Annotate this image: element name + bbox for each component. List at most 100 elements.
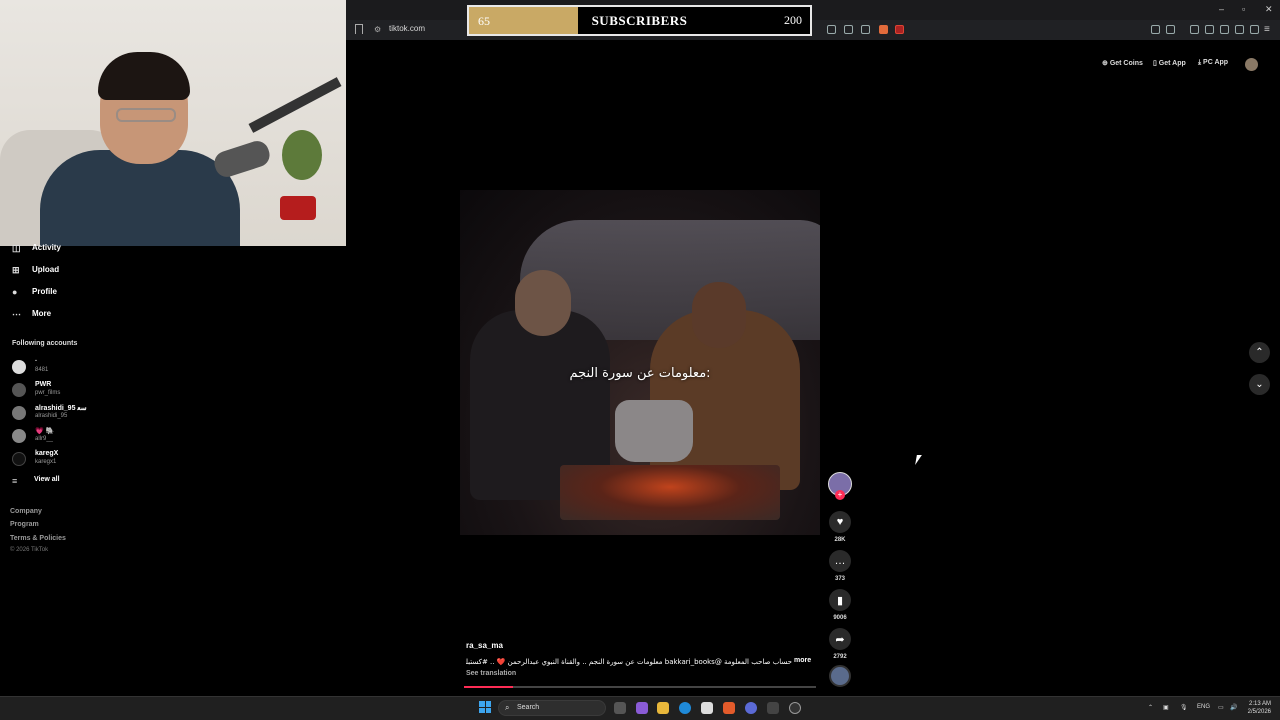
following-account[interactable]: PWR pwr_films: [12, 381, 122, 401]
extension-icon[interactable]: [844, 25, 853, 34]
maximize-button[interactable]: ▫: [1242, 4, 1245, 14]
heart-icon: ♥: [836, 516, 844, 528]
music-icon[interactable]: [1190, 25, 1199, 34]
save-count: 9006: [833, 615, 847, 621]
video-progress-bar[interactable]: [464, 686, 816, 688]
leo-ai-icon[interactable]: [1235, 25, 1244, 34]
like-button[interactable]: ♥: [829, 511, 851, 533]
mouse-cursor-icon: [915, 455, 922, 465]
sidebar-item-profile[interactable]: ● Profile: [12, 287, 57, 297]
account-name: alrashidi_95 ﺳﻌ: [35, 405, 87, 412]
windows-start-icon[interactable]: [479, 701, 491, 713]
store-icon[interactable]: [701, 702, 713, 714]
screenshot-icon[interactable]: [1166, 25, 1175, 34]
music-disc-icon[interactable]: [829, 665, 851, 687]
menu-icon[interactable]: ≡: [1264, 24, 1270, 35]
more-button[interactable]: more: [794, 657, 811, 664]
see-translation-link[interactable]: See translation: [466, 670, 516, 677]
windows-taskbar: ⌕ Search ⌃ ▣ 🎙 ENG ▭ 🔊 2:13 AM 2/5/2026: [0, 696, 1280, 720]
get-coins-link[interactable]: ⊕ Get Coins: [1102, 59, 1143, 67]
video-username[interactable]: ra_sa_ma: [466, 641, 503, 650]
terms-link[interactable]: Terms & Policies: [10, 535, 66, 542]
following-account[interactable]: 💗 🐘 allr9__: [12, 427, 122, 447]
brave-shields-icon[interactable]: [879, 25, 888, 34]
following-account[interactable]: · 8481: [12, 358, 122, 378]
brave-browser-icon[interactable]: [723, 702, 735, 714]
clock-time: 2:13 AM: [1248, 701, 1271, 707]
edge-icon[interactable]: [679, 702, 691, 714]
like-count: 28K: [834, 537, 846, 543]
address-url[interactable]: tiktok.com: [389, 24, 425, 33]
view-all-label: View all: [34, 476, 60, 483]
extensions-icon[interactable]: [1151, 25, 1160, 34]
search-icon: ⌕: [505, 703, 510, 712]
account-name: karegX: [35, 450, 59, 457]
extension-icon[interactable]: [827, 25, 836, 34]
video-description: حساب صاحب المعلومة @bakkari_books معلوما…: [466, 658, 792, 666]
avatar: [12, 406, 26, 420]
language-indicator[interactable]: ENG: [1197, 704, 1210, 710]
pc-app-link[interactable]: ⤓ PC App: [1198, 59, 1228, 67]
taskbar-clock[interactable]: 2:13 AM 2/5/2026: [1241, 700, 1271, 716]
comment-button[interactable]: …: [829, 550, 851, 572]
settings-gear-icon[interactable]: [789, 702, 801, 714]
network-icon[interactable]: ▭: [1218, 704, 1224, 711]
taskbar-search[interactable]: ⌕ Search: [498, 700, 606, 716]
view-all-link[interactable]: ≡ View all: [12, 476, 60, 486]
microphone-icon[interactable]: 🎙: [1180, 704, 1188, 711]
streamer-hair: [98, 52, 190, 100]
sidebar-item-upload[interactable]: ⊞ Upload: [12, 265, 59, 276]
previous-video-button[interactable]: ⌃: [1249, 342, 1270, 363]
next-video-button[interactable]: ⌄: [1249, 374, 1270, 395]
sidebar-toggle-icon[interactable]: [1205, 25, 1214, 34]
file-explorer-icon[interactable]: [657, 702, 669, 714]
close-button[interactable]: ✕: [1265, 4, 1273, 15]
video-fire: [560, 465, 780, 520]
sidebar-item-label: More: [32, 309, 52, 318]
share-count: 2792: [833, 654, 847, 660]
share-button[interactable]: ➦: [829, 628, 851, 650]
wallet-icon[interactable]: [1220, 25, 1229, 34]
task-view-icon[interactable]: [614, 702, 626, 714]
volume-icon[interactable]: 🔊: [1230, 704, 1237, 711]
vpn-icon[interactable]: [1250, 25, 1259, 34]
company-link[interactable]: Company: [10, 508, 42, 515]
share-icon[interactable]: [861, 25, 870, 34]
user-avatar[interactable]: [1245, 58, 1258, 71]
program-link[interactable]: Program: [10, 521, 39, 528]
comment-icon: …: [834, 555, 846, 567]
save-button[interactable]: ▮: [829, 589, 851, 611]
clock-date: 2/5/2026: [1247, 709, 1271, 715]
video-player[interactable]: معلومات عن سورة النجم:: [460, 190, 820, 535]
following-account[interactable]: alrashidi_95 ﺳﻌ alrashidi_95: [12, 404, 122, 424]
mic-arm: [248, 77, 342, 133]
discord-icon[interactable]: [745, 702, 757, 714]
bookmark-icon[interactable]: [355, 24, 363, 34]
bookmark-icon: ▮: [836, 594, 844, 607]
streamer-glasses: [116, 108, 176, 122]
xbox-icon[interactable]: [767, 702, 779, 714]
following-account[interactable]: karegX karegx1: [12, 450, 122, 470]
copilot-icon[interactable]: [636, 702, 648, 714]
copyright: © 2026 TikTok: [10, 547, 49, 553]
pc-app-label: PC App: [1203, 59, 1229, 66]
account-name: ·: [35, 358, 38, 365]
get-app-label: Get App: [1158, 60, 1186, 67]
sidebar-item-more[interactable]: ⋯ More: [12, 309, 51, 320]
chevron-up-icon: ⌃: [1255, 347, 1264, 358]
video-progress-fill: [464, 686, 514, 688]
get-app-link[interactable]: ▯ Get App: [1153, 59, 1186, 67]
tray-app-icon[interactable]: ▣: [1163, 704, 1169, 711]
taskbar-search-label: Search: [517, 704, 540, 711]
brave-rewards-icon[interactable]: [895, 25, 904, 34]
share-arrow-icon: ➦: [835, 633, 845, 646]
video-person-left-head: [515, 270, 571, 336]
site-settings-icon[interactable]: ⚙: [374, 25, 381, 34]
sidebar-item-activity[interactable]: ◫ Activity: [12, 243, 61, 254]
minimize-button[interactable]: –: [1219, 4, 1224, 14]
list-icon: ≡: [12, 476, 18, 486]
comment-count: 373: [834, 576, 845, 582]
tray-overflow-icon[interactable]: ⌃: [1148, 704, 1153, 711]
avatar: [12, 452, 26, 466]
follow-plus-icon[interactable]: +: [835, 490, 845, 500]
